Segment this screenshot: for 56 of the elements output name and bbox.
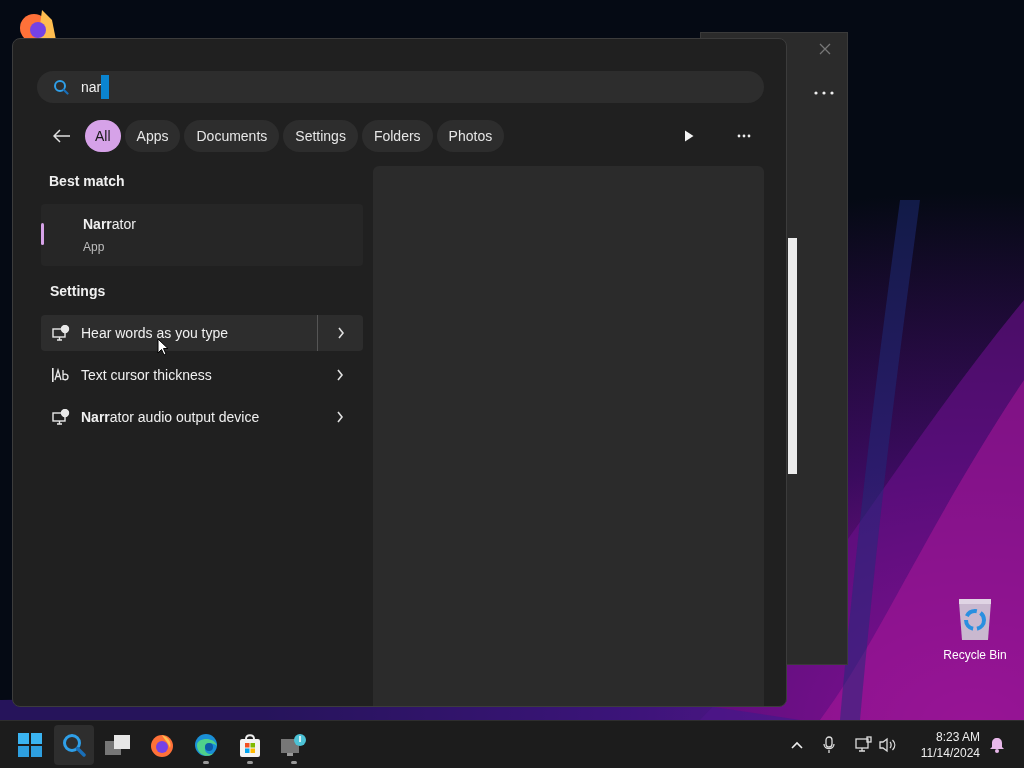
running-indicator xyxy=(291,760,297,764)
clock-date: 11/14/2024 xyxy=(920,744,980,761)
section-heading: Settings xyxy=(50,282,107,301)
chevron-up-icon[interactable] xyxy=(790,740,803,749)
filter-tab[interactable]: Apps xyxy=(124,120,181,152)
clock[interactable]: 8:23 AM 11/14/2024 xyxy=(920,728,980,761)
result-title: Text cursor thickness xyxy=(81,365,213,385)
chevron-right-icon xyxy=(336,327,345,339)
settings-result[interactable]: Narrator audio output device xyxy=(41,399,363,435)
settings-result[interactable]: Hear words as you type xyxy=(41,315,363,351)
filter-tab[interactable]: All xyxy=(85,120,121,152)
scrollbar-thumb[interactable] xyxy=(788,238,797,474)
clock-time: 8:23 AM xyxy=(935,728,980,745)
search-icon xyxy=(62,732,86,757)
filter-tab[interactable]: Folders xyxy=(361,120,433,152)
result-title: Narrator audio output device xyxy=(81,407,261,427)
microphone-icon[interactable] xyxy=(822,735,835,754)
more-options-icon[interactable] xyxy=(737,134,751,138)
filter-tab[interactable]: Documents xyxy=(184,120,280,152)
filter-tab[interactable]: Photos xyxy=(436,120,505,152)
bell-icon[interactable] xyxy=(990,736,1004,753)
recycle-bin-icon[interactable] xyxy=(957,598,993,640)
task-view-icon xyxy=(105,733,131,756)
running-indicator xyxy=(203,760,209,764)
result-title: Narrator xyxy=(83,215,137,234)
chevron-right-icon xyxy=(336,369,344,381)
windows-logo-icon xyxy=(18,732,42,757)
selection-indicator xyxy=(41,223,44,245)
taskbar-button[interactable] xyxy=(54,724,94,765)
settings-result[interactable]: Text cursor thickness xyxy=(41,357,363,393)
text-caret xyxy=(101,75,110,99)
running-indicator xyxy=(247,760,253,764)
more-options-icon[interactable] xyxy=(814,91,834,95)
search-icon xyxy=(53,79,69,95)
result-subtitle: App xyxy=(83,239,106,256)
close-icon[interactable] xyxy=(819,43,831,55)
display-icon xyxy=(52,409,70,425)
best-match-item[interactable]: Narrator App xyxy=(41,204,363,266)
firefox-icon xyxy=(150,732,174,757)
display-icon xyxy=(52,325,70,341)
back-arrow-icon[interactable] xyxy=(53,129,71,143)
filter-tab[interactable]: Settings xyxy=(283,120,358,152)
play-icon[interactable] xyxy=(684,130,694,142)
desktop-icon-label[interactable]: Recycle Bin xyxy=(943,646,1007,664)
text-cursor-icon xyxy=(52,368,70,382)
mouse-pointer-icon xyxy=(157,338,169,356)
computer-icon xyxy=(281,732,307,757)
edge-icon xyxy=(194,732,218,757)
search-field[interactable]: nar xyxy=(37,71,764,103)
store-bag-icon xyxy=(239,732,261,757)
search-text: nar xyxy=(81,77,102,97)
network-icon[interactable] xyxy=(854,736,873,753)
section-heading: Best match xyxy=(49,172,126,191)
result-title: Hear words as you type xyxy=(81,323,230,343)
speaker-icon[interactable] xyxy=(878,736,897,753)
chevron-right-icon xyxy=(336,411,344,423)
